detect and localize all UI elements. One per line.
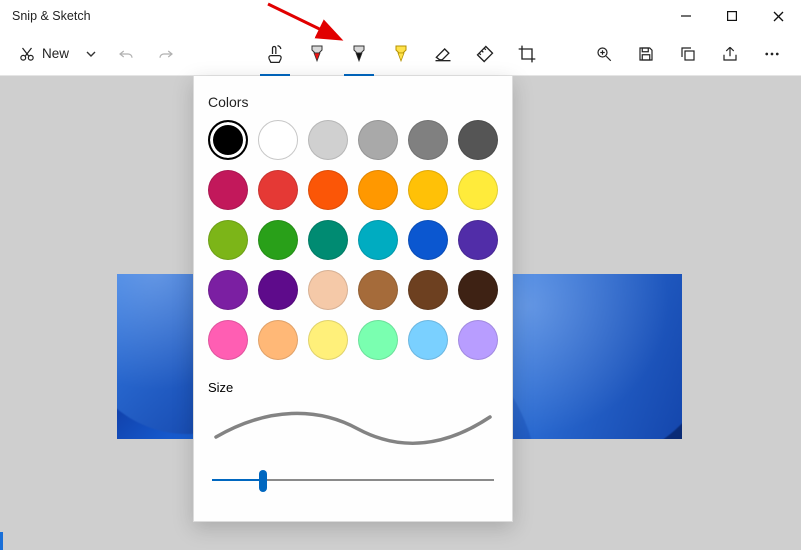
touch-writing-button[interactable] (256, 35, 294, 73)
color-swatch[interactable] (358, 270, 398, 310)
pen-flyout: Colors Size (193, 76, 513, 522)
color-swatch[interactable] (208, 220, 248, 260)
minimize-button[interactable] (663, 0, 709, 32)
color-swatch[interactable] (258, 320, 298, 360)
share-button[interactable] (711, 35, 749, 73)
color-swatch[interactable] (208, 270, 248, 310)
color-swatch[interactable] (458, 170, 498, 210)
pencil-button[interactable] (340, 35, 378, 73)
color-swatch[interactable] (258, 120, 298, 160)
color-swatch[interactable] (308, 220, 348, 260)
color-swatch[interactable] (358, 120, 398, 160)
new-dropdown-button[interactable] (77, 37, 105, 71)
color-swatch[interactable] (408, 120, 448, 160)
maximize-button[interactable] (709, 0, 755, 32)
size-slider[interactable] (212, 470, 494, 490)
color-swatch[interactable] (408, 170, 448, 210)
color-swatch[interactable] (308, 170, 348, 210)
color-swatch[interactable] (408, 270, 448, 310)
color-swatch-grid (208, 120, 498, 360)
color-swatch[interactable] (358, 320, 398, 360)
highlighter-button[interactable] (382, 35, 420, 73)
color-swatch[interactable] (308, 320, 348, 360)
size-preview-stroke (208, 403, 498, 452)
color-swatch[interactable] (308, 270, 348, 310)
color-swatch[interactable] (408, 320, 448, 360)
save-button[interactable] (627, 35, 665, 73)
crop-button[interactable] (508, 35, 546, 73)
close-button[interactable] (755, 0, 801, 32)
color-swatch[interactable] (308, 120, 348, 160)
ruler-button[interactable] (466, 35, 504, 73)
color-swatch[interactable] (358, 170, 398, 210)
more-button[interactable] (753, 35, 791, 73)
color-swatch[interactable] (208, 320, 248, 360)
color-swatch[interactable] (408, 220, 448, 260)
color-swatch[interactable] (208, 170, 248, 210)
copy-button[interactable] (669, 35, 707, 73)
eraser-button[interactable] (424, 35, 462, 73)
window-controls (663, 0, 801, 32)
new-snip-button[interactable]: New (10, 37, 75, 71)
ballpoint-pen-button[interactable] (298, 35, 336, 73)
titlebar: Snip & Sketch (0, 0, 801, 32)
color-swatch[interactable] (458, 120, 498, 160)
color-swatch[interactable] (208, 120, 248, 160)
size-slider-thumb[interactable] (259, 470, 267, 492)
new-button-label: New (42, 46, 69, 61)
color-swatch[interactable] (258, 170, 298, 210)
toolbar: New (0, 32, 801, 76)
color-swatch[interactable] (458, 320, 498, 360)
colors-heading: Colors (208, 94, 498, 110)
color-swatch[interactable] (258, 270, 298, 310)
undo-button[interactable] (107, 35, 145, 73)
color-swatch[interactable] (258, 220, 298, 260)
color-swatch[interactable] (458, 270, 498, 310)
window-title: Snip & Sketch (12, 9, 91, 23)
color-swatch[interactable] (458, 220, 498, 260)
color-swatch[interactable] (358, 220, 398, 260)
zoom-button[interactable] (585, 35, 623, 73)
size-heading: Size (208, 380, 498, 395)
redo-button[interactable] (147, 35, 185, 73)
